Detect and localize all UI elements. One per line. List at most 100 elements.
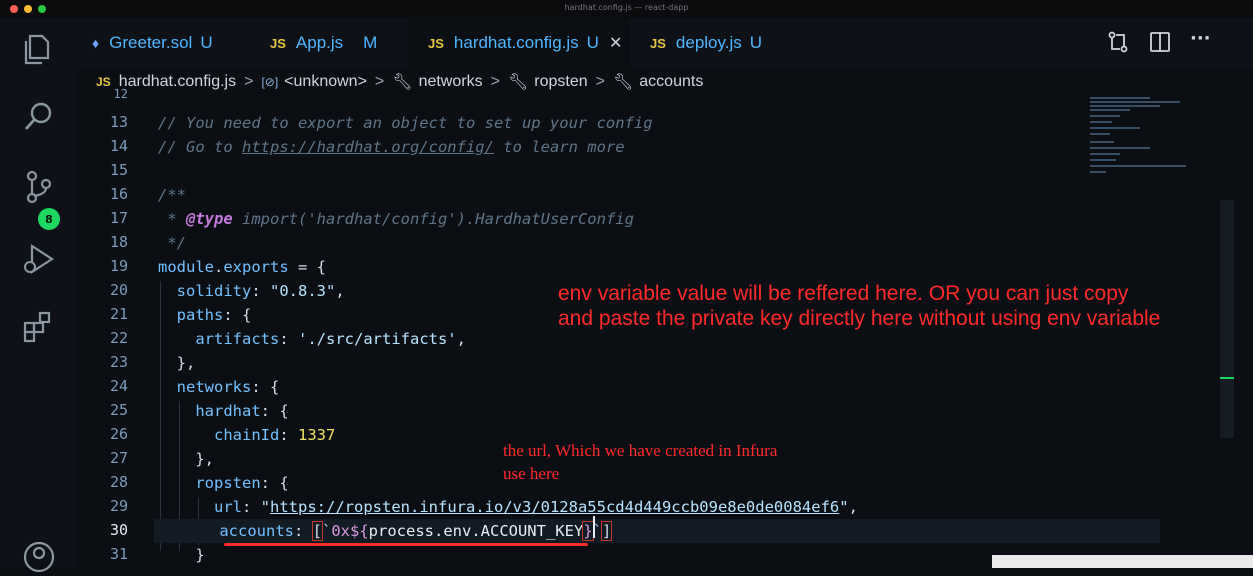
- wrench-icon: 🔧︎: [507, 74, 529, 91]
- code-line-26: chainId: 1337: [214, 426, 336, 444]
- line-number: 28: [109, 473, 128, 491]
- vertical-scrollbar[interactable]: [1220, 200, 1234, 438]
- compare-changes-icon[interactable]: [1106, 30, 1130, 54]
- annotation-url-note-line1: the url, Which we have created in Infura: [503, 441, 778, 460]
- tab-label: Greeter.sol: [109, 33, 193, 52]
- tab-app-js[interactable]: JS App.js M: [248, 18, 408, 68]
- config-docs-link[interactable]: https://hardhat.org/config/: [242, 138, 494, 156]
- breadcrumb-item-networks[interactable]: networks: [419, 73, 483, 91]
- annotation-underline: [224, 543, 588, 546]
- more-actions-icon[interactable]: ···: [1190, 28, 1214, 52]
- line-number: 26: [109, 425, 128, 443]
- tab-hardhat-config-js[interactable]: JS hardhat.config.js U ✕: [408, 18, 630, 68]
- minimap-line: [1090, 159, 1116, 161]
- code-line-28: ropsten: {: [195, 474, 289, 492]
- minimap-line: [1090, 171, 1106, 173]
- text-cursor: [593, 516, 595, 538]
- scrollbar-change-marker: [1220, 377, 1234, 379]
- tab-git-status: U: [200, 33, 213, 52]
- tab-close-icon[interactable]: ✕: [609, 33, 622, 53]
- line-number-gutter: 12 13 14 15 16 17 18 19 20 21 22 23 24 2…: [76, 87, 132, 568]
- line-number: 20: [109, 281, 128, 299]
- line-number: 22: [109, 329, 128, 347]
- line-number-current: 30: [109, 521, 128, 539]
- minimap-line: [1090, 133, 1110, 135]
- line-number: 15: [109, 161, 128, 179]
- tab-git-status: U: [586, 33, 599, 52]
- tab-label: hardhat.config.js: [453, 33, 579, 52]
- line-number: 14: [109, 137, 128, 155]
- line-number: 12: [113, 87, 128, 101]
- tab-deploy-js[interactable]: JS deploy.js U: [630, 18, 790, 68]
- extensions-icon[interactable]: [20, 308, 58, 346]
- minimap-line: [1090, 165, 1186, 167]
- explorer-icon[interactable]: [20, 30, 58, 68]
- code-line-25: hardhat: {: [195, 402, 289, 420]
- tab-git-status: U: [749, 33, 763, 52]
- tab-git-status: M: [363, 33, 378, 52]
- minimap-line: [1090, 115, 1120, 117]
- window-title-bar: hardhat.config.js — react-dapp: [0, 0, 1253, 18]
- code-line-13: // You need to export an object to set u…: [158, 114, 653, 132]
- code-line-23: },: [176, 354, 196, 372]
- tab-label: App.js: [295, 33, 344, 52]
- breadcrumb-item-ropsten[interactable]: ropsten: [534, 73, 587, 91]
- minimap-line: [1090, 109, 1130, 111]
- breadcrumb-item-accounts[interactable]: accounts: [639, 73, 703, 91]
- breadcrumb-separator: >: [244, 73, 254, 90]
- split-editor-icon[interactable]: [1148, 30, 1172, 54]
- line-number: 19: [109, 257, 128, 275]
- code-line-29: url: "https://ropsten.infura.io/v3/0128a…: [214, 498, 858, 516]
- js-file-icon: JS: [650, 35, 666, 51]
- minimap-line: [1090, 101, 1180, 103]
- search-icon[interactable]: [20, 98, 58, 136]
- source-control-badge: 8: [38, 208, 60, 230]
- js-file-icon: JS: [96, 75, 111, 89]
- code-line-16: /**: [158, 186, 186, 204]
- line-number: 17: [109, 209, 128, 227]
- code-line-21: paths: {: [176, 306, 252, 324]
- line-number: 23: [109, 353, 128, 371]
- symbol-variable-icon: [⊘]: [261, 75, 279, 89]
- breadcrumb-item-file[interactable]: hardhat.config.js: [119, 73, 236, 91]
- minimap-line: [1090, 105, 1160, 107]
- js-file-icon: JS: [428, 35, 444, 51]
- code-line-17: * @type import('hardhat/config').Hardhat…: [158, 210, 634, 228]
- breadcrumb-separator: >: [595, 73, 605, 90]
- code-line-20: solidity: "0.8.3",: [176, 282, 345, 300]
- line-number: 29: [109, 497, 128, 515]
- window-title: hardhat.config.js — react-dapp: [564, 3, 689, 12]
- line-number: 27: [109, 449, 128, 467]
- annotation-url-note-line2: use here: [503, 464, 560, 483]
- line-number: 31: [109, 545, 128, 563]
- breadcrumb-separator: >: [374, 73, 385, 90]
- account-icon[interactable]: [20, 538, 58, 576]
- activity-bar: 8: [0, 18, 76, 573]
- minimap-line: [1090, 127, 1140, 129]
- tab-label: deploy.js: [675, 33, 742, 52]
- code-line-14: // Go to https://hardhat.org/config/ to …: [158, 138, 625, 156]
- breadcrumb-item-unknown[interactable]: <unknown>: [284, 73, 367, 91]
- line-number: 16: [109, 185, 128, 203]
- wrench-icon: 🔧︎: [392, 74, 413, 91]
- code-line-22: artifacts: './src/artifacts',: [195, 330, 466, 348]
- run-debug-icon[interactable]: [20, 240, 58, 278]
- code-line-27: },: [195, 450, 214, 468]
- source-control-icon[interactable]: [20, 168, 58, 206]
- line-number: 18: [109, 233, 128, 251]
- webcam-overlay: [992, 555, 1253, 568]
- minimap[interactable]: [1086, 95, 1221, 180]
- minimap-line: [1090, 97, 1150, 99]
- minimap-line: [1090, 121, 1112, 123]
- code-line-18: */: [158, 234, 186, 252]
- editor-tab-bar: ♦ Greeter.sol U JS App.js M JS hardhat.c…: [76, 18, 1253, 68]
- line-number: 25: [109, 401, 128, 419]
- tab-greeter-sol[interactable]: ♦ Greeter.sol U: [76, 18, 248, 68]
- js-file-icon: JS: [270, 35, 286, 51]
- wrench-icon: 🔧︎: [612, 74, 634, 91]
- breadcrumb-separator: >: [490, 73, 500, 90]
- line-number: 21: [109, 305, 128, 323]
- infura-url-link[interactable]: https://ropsten.infura.io/v3/0128a55cd4d…: [270, 498, 839, 516]
- code-line-19: module.exports = {: [158, 258, 326, 276]
- code-line-24: networks: {: [176, 378, 280, 396]
